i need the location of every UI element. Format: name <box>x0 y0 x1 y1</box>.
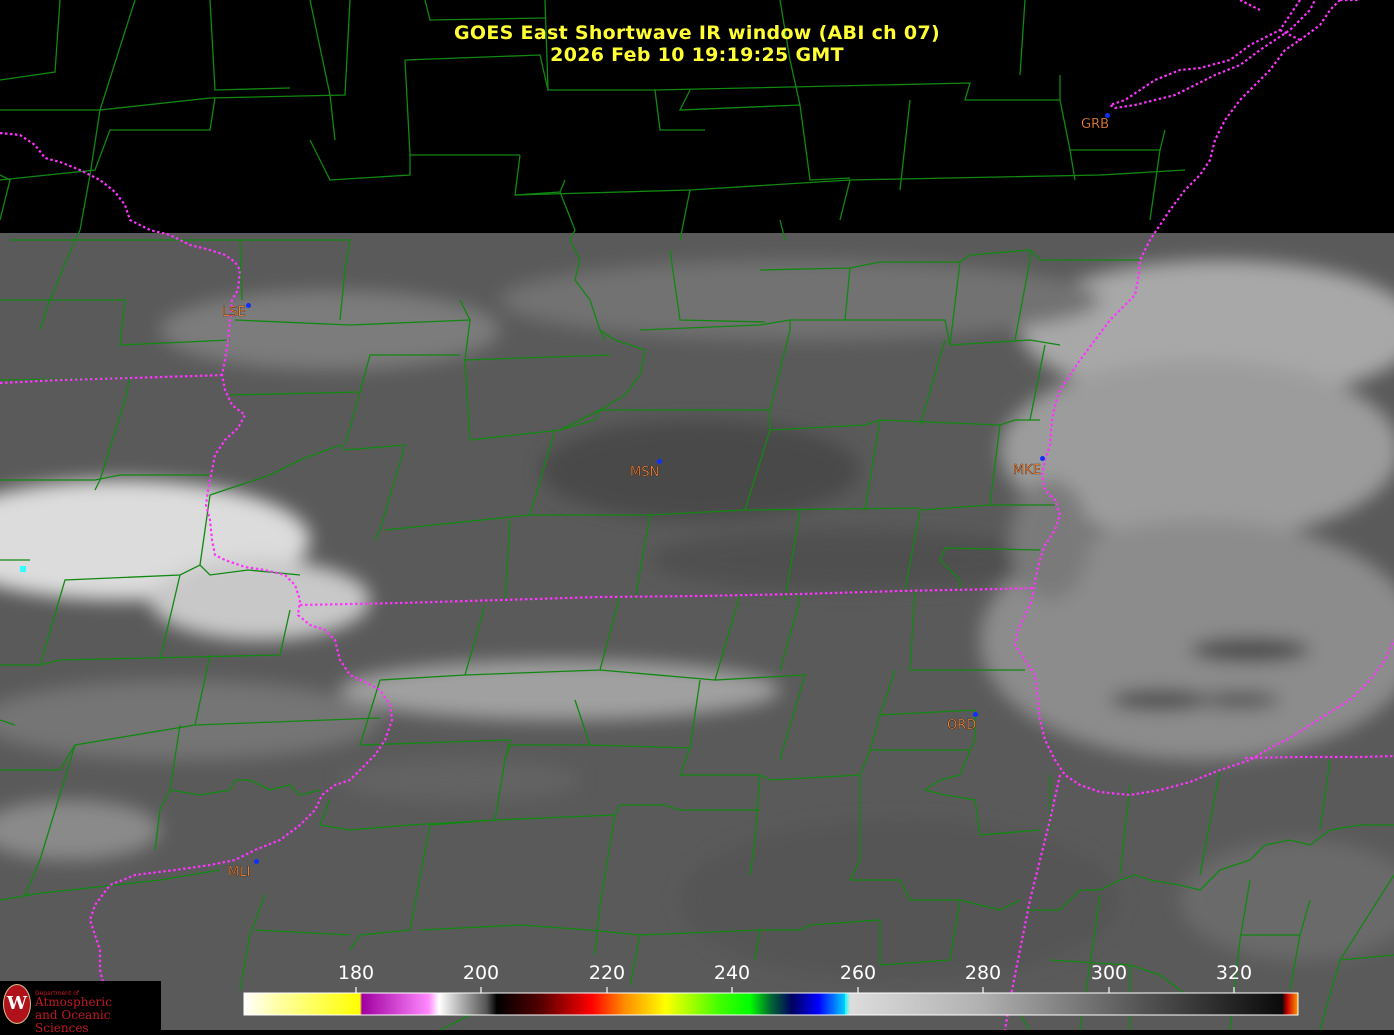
station-label-ord: ORD <box>947 718 977 733</box>
colorbar-tick-label: 260 <box>839 962 877 984</box>
station-dot-ord <box>973 712 978 717</box>
station-dot-mli <box>254 859 259 864</box>
colorbar-tick-label: 220 <box>588 962 626 984</box>
station-dot-msn <box>657 459 662 464</box>
station-label-mke: MKE <box>1013 463 1041 478</box>
colorbar-tick-label: 320 <box>1215 962 1253 984</box>
station-dot-lse <box>246 303 251 308</box>
aos-logo: W Department of Atmospheric and Oceanic … <box>0 981 161 1035</box>
map-timestamp: 2026 Feb 10 19:19:25 GMT <box>550 44 844 66</box>
colorbar-tick-label: 240 <box>713 962 751 984</box>
map-title: GOES East Shortwave IR window (ABI ch 07… <box>454 22 940 44</box>
station-label-mli: MLI <box>228 865 251 880</box>
logo-line2: and Oceanic Sciences <box>35 1008 111 1035</box>
satellite-map <box>0 0 1394 1030</box>
uw-crest-icon: W <box>3 984 31 1024</box>
ir-imagery <box>0 233 1394 1030</box>
station-label-msn: MSN <box>630 465 660 480</box>
station-label-grb: GRB <box>1081 117 1110 132</box>
colorbar-tick-label: 280 <box>964 962 1002 984</box>
cyan-marker <box>20 566 26 572</box>
colorbar-tick-label: 180 <box>337 962 375 984</box>
station-label-lse: LSE <box>222 305 246 320</box>
colorbar-tick-label: 300 <box>1090 962 1128 984</box>
colorbar-tick-label: 200 <box>462 962 500 984</box>
temperature-colorbar <box>243 992 1299 1016</box>
station-dot-mke <box>1040 456 1045 461</box>
